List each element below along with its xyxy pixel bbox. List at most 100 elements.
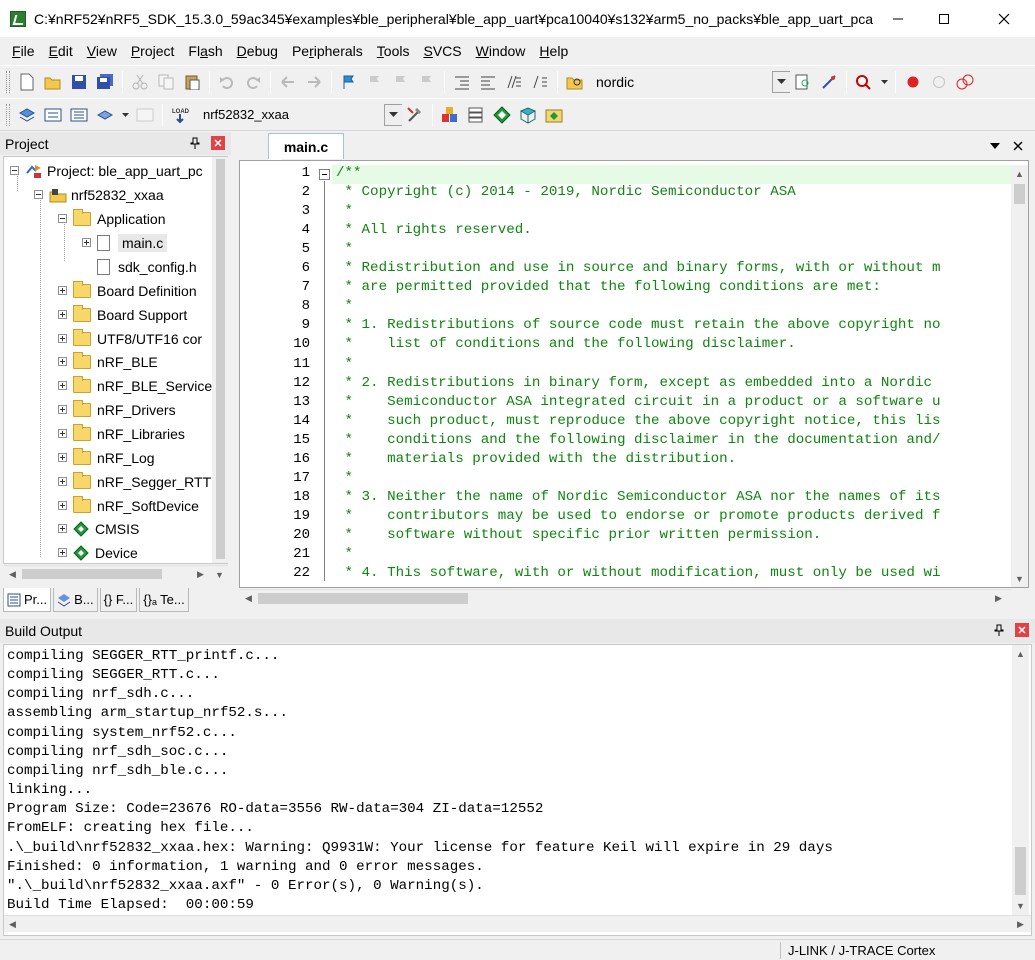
collapse-icon[interactable] bbox=[58, 214, 67, 223]
tab-main-c[interactable]: main.c bbox=[257, 133, 344, 185]
scroll-left-icon[interactable]: ◀ bbox=[4, 566, 21, 583]
save-all-button[interactable] bbox=[94, 71, 116, 93]
code-line[interactable]: * bbox=[336, 356, 354, 372]
maximize-button[interactable] bbox=[921, 0, 967, 37]
code-line[interactable]: * bbox=[336, 546, 354, 562]
code-line[interactable]: * are permitted provided that the follow… bbox=[336, 279, 881, 295]
menu-project[interactable]: Project bbox=[124, 37, 182, 65]
replace-button[interactable] bbox=[818, 71, 840, 93]
scroll-thumb[interactable] bbox=[1014, 184, 1025, 204]
manage-multi-project-button[interactable] bbox=[465, 104, 487, 126]
close-tab-button[interactable] bbox=[1011, 139, 1025, 153]
scroll-thumb[interactable] bbox=[258, 593, 468, 604]
code-line[interactable]: * Copyright (c) 2014 - 2019, Nordic Semi… bbox=[336, 184, 796, 200]
editor-hscrollbar[interactable]: ◀ ▶ bbox=[240, 589, 1011, 606]
code-line[interactable]: * contributors may be used to endorse or… bbox=[336, 508, 941, 524]
close-window-button[interactable] bbox=[981, 0, 1027, 37]
save-button[interactable] bbox=[68, 71, 90, 93]
select-software-packs-button[interactable] bbox=[543, 104, 565, 126]
debug-options-dropdown[interactable] bbox=[879, 71, 889, 93]
code-editor[interactable]: 1 2 3 4 5 6 7 8 9 10 11 12 13 14 15 16 17 18 19 20 21 22 /** … bbox=[239, 160, 1029, 588]
tree-node[interactable]: nRF_Drivers bbox=[58, 398, 176, 421]
scroll-thumb[interactable] bbox=[22, 569, 162, 579]
tree-node[interactable]: Project: ble_app_uart_pc bbox=[10, 159, 203, 182]
tree-node[interactable]: Application bbox=[58, 207, 166, 230]
open-file-button[interactable] bbox=[42, 71, 64, 93]
expand-icon[interactable] bbox=[58, 357, 67, 366]
tree-node[interactable]: CMSIS bbox=[58, 517, 139, 540]
next-bookmark-button[interactable] bbox=[390, 71, 412, 93]
menu-help[interactable]: Help bbox=[532, 37, 575, 65]
expand-icon[interactable] bbox=[58, 286, 67, 295]
expand-icon[interactable] bbox=[58, 334, 67, 343]
scroll-right-icon[interactable]: ▶ bbox=[990, 590, 1007, 607]
scroll-up-icon[interactable]: ▲ bbox=[1012, 645, 1029, 662]
code-line[interactable]: * 3. Neither the name of Nordic Semicond… bbox=[336, 489, 941, 505]
tab-books[interactable]: B... bbox=[53, 588, 98, 612]
find-combo-dropdown[interactable] bbox=[772, 71, 790, 93]
insert-breakpoint-button[interactable] bbox=[902, 71, 924, 93]
build-output-text[interactable]: compiling SEGGER_RTT_printf.c... compilin… bbox=[3, 644, 1032, 936]
scroll-right-icon[interactable]: ▶ bbox=[1012, 916, 1029, 933]
disable-breakpoint-button[interactable] bbox=[928, 71, 950, 93]
paste-button[interactable] bbox=[181, 71, 203, 93]
code-line[interactable]: * 2. Redistributions in binary form, exc… bbox=[336, 375, 932, 391]
collapse-icon[interactable] bbox=[10, 166, 19, 175]
tree-node[interactable]: main.c bbox=[82, 231, 168, 254]
menu-svcs[interactable]: SVCS bbox=[416, 37, 468, 65]
tree-node[interactable]: nRF_BLE_Service bbox=[58, 374, 212, 397]
close-panel-button[interactable] bbox=[1015, 623, 1029, 637]
cut-button[interactable] bbox=[129, 71, 151, 93]
insert-bookmark-button[interactable] bbox=[338, 71, 360, 93]
batch-build-dropdown[interactable] bbox=[120, 104, 130, 126]
build-output-hscrollbar[interactable]: ◀ ▶ bbox=[4, 915, 1031, 932]
tree-node[interactable]: nrf52832_xxaa bbox=[34, 183, 164, 206]
clear-bookmarks-button[interactable] bbox=[416, 71, 438, 93]
uncomment-button[interactable] bbox=[529, 71, 551, 93]
code-line[interactable]: * conditions and the following disclaime… bbox=[336, 432, 941, 448]
code-line[interactable]: * bbox=[336, 470, 354, 486]
build-output-vscrollbar[interactable]: ▲ ▼ bbox=[1012, 645, 1029, 915]
menu-peripherals[interactable]: Peripherals bbox=[285, 37, 370, 65]
pin-panel-button[interactable] bbox=[992, 623, 1006, 637]
rebuild-button[interactable] bbox=[68, 104, 90, 126]
menu-window[interactable]: Window bbox=[469, 37, 533, 65]
undo-button[interactable] bbox=[216, 71, 238, 93]
code-line[interactable]: * 4. This software, with or without modi… bbox=[336, 565, 941, 581]
new-file-button[interactable] bbox=[16, 71, 38, 93]
download-button[interactable]: LOAD bbox=[169, 104, 191, 126]
code-line[interactable]: * such product, must reproduce the above… bbox=[336, 413, 941, 429]
tab-project[interactable]: Pr... bbox=[3, 588, 52, 612]
code-line[interactable]: * All rights reserved. bbox=[336, 222, 532, 238]
menu-flash[interactable]: Flash bbox=[181, 37, 229, 65]
scroll-thumb[interactable] bbox=[1015, 847, 1026, 895]
file-extensions-button[interactable] bbox=[439, 104, 461, 126]
target-select[interactable]: nrf52832_xxaa bbox=[199, 104, 384, 126]
toolbar-grip[interactable] bbox=[6, 71, 10, 93]
project-tree-hscrollbar[interactable]: ◀ ▶ ▼ bbox=[4, 565, 228, 582]
kill-breakpoints-button[interactable] bbox=[954, 71, 976, 93]
menu-view[interactable]: View bbox=[80, 37, 124, 65]
tree-node[interactable]: sdk_config.h bbox=[82, 255, 197, 278]
tree-node[interactable]: nRF_Log bbox=[58, 446, 155, 469]
expand-icon[interactable] bbox=[58, 453, 67, 462]
editor-vscrollbar[interactable]: ▲ ▼ bbox=[1011, 165, 1028, 587]
incremental-find-button[interactable] bbox=[792, 71, 814, 93]
scroll-down-icon[interactable]: ▼ bbox=[1011, 570, 1028, 587]
options-for-target-button[interactable] bbox=[404, 104, 426, 126]
tree-node[interactable]: nRF_BLE bbox=[58, 350, 158, 373]
tree-node[interactable]: nRF_Libraries bbox=[58, 422, 185, 445]
scroll-up-icon[interactable]: ▲ bbox=[1011, 165, 1028, 182]
code-line[interactable]: * bbox=[336, 298, 354, 314]
expand-icon[interactable] bbox=[58, 548, 67, 557]
code-line[interactable]: * bbox=[336, 241, 354, 257]
menu-debug[interactable]: Debug bbox=[230, 37, 285, 65]
tree-node[interactable]: nRF_Segger_RTT bbox=[58, 470, 211, 493]
unindent-button[interactable] bbox=[477, 71, 499, 93]
target-select-dropdown[interactable] bbox=[384, 103, 402, 126]
build-button[interactable] bbox=[42, 104, 64, 126]
code-line[interactable]: * list of conditions and the following d… bbox=[336, 336, 796, 352]
navigate-back-button[interactable] bbox=[277, 71, 299, 93]
scroll-down-icon[interactable]: ▼ bbox=[1012, 897, 1029, 914]
scroll-left-icon[interactable]: ◀ bbox=[240, 590, 257, 607]
